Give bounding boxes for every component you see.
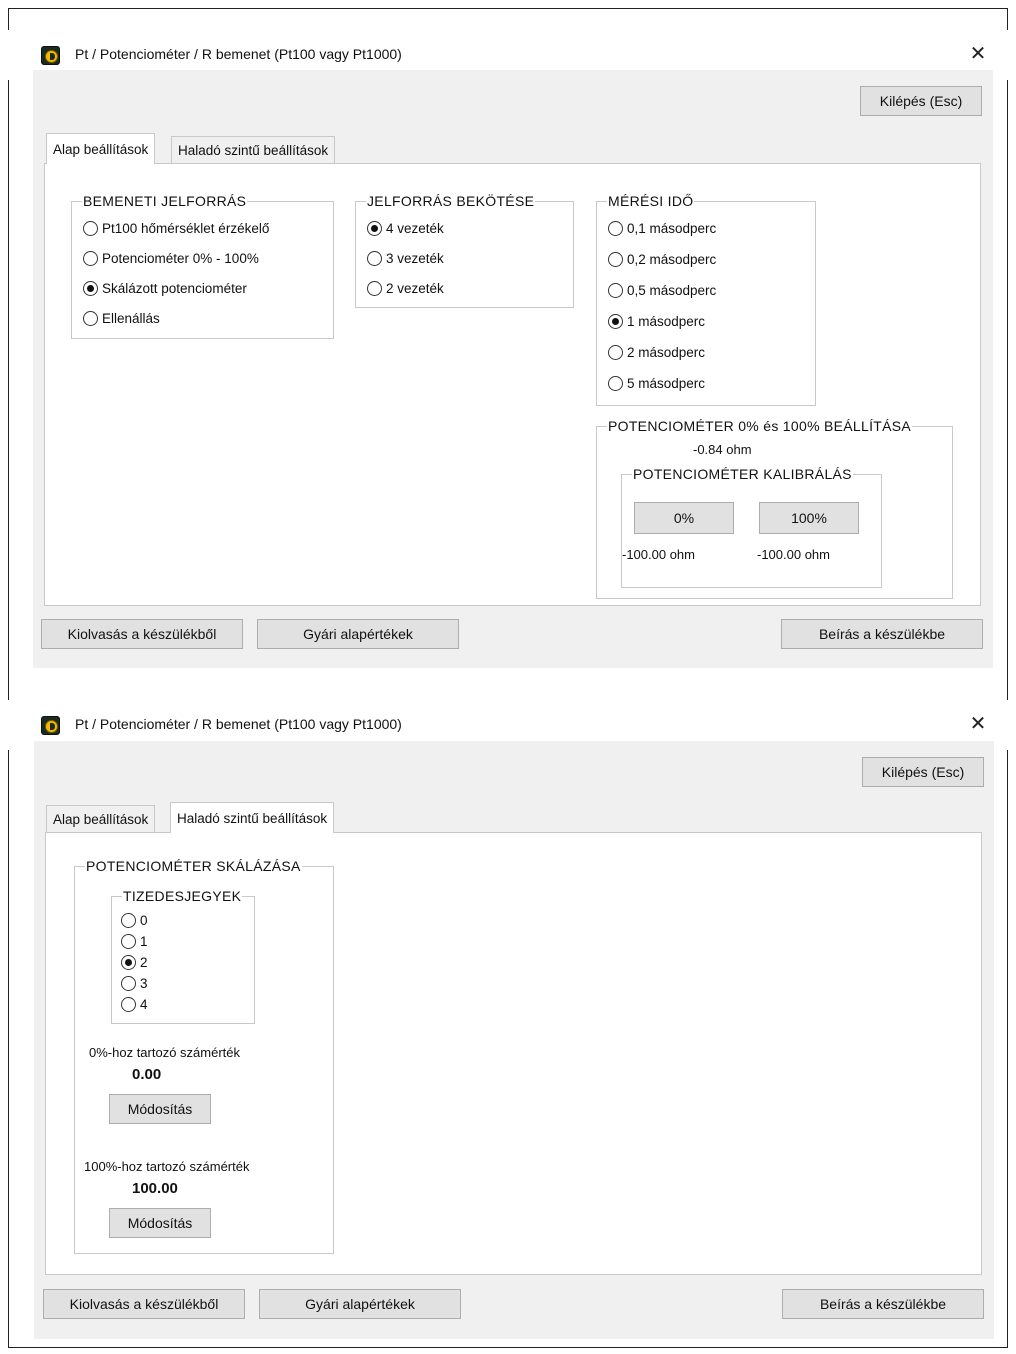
radio-button-selected[interactable] (367, 221, 382, 236)
radio-time-0-1[interactable]: 0,1 másodperc (608, 221, 716, 236)
tab-advanced-settings[interactable]: Haladó szintű beállítások (170, 802, 335, 833)
radio-button[interactable] (608, 221, 623, 236)
zero-value: 0.00 (132, 1066, 162, 1083)
radio-2-wire[interactable]: 2 vezeték (367, 281, 444, 296)
dialog-client: Kilépés (Esc) Alap beállítások Haladó sz… (33, 70, 993, 668)
dialog-basic: Pt / Potenciométer / R bemenet (Pt100 va… (0, 20, 1016, 670)
radio-button[interactable] (608, 376, 623, 391)
modify-hundred-button[interactable]: Módosítás (109, 1208, 211, 1238)
radio-time-0-2[interactable]: 0,2 másodperc (608, 252, 716, 267)
radio-button[interactable] (83, 311, 98, 326)
radio-button[interactable] (83, 251, 98, 266)
radio-button[interactable] (608, 345, 623, 360)
group-measure-time: MÉRÉSI IDŐ 0,1 másodperc 0,2 másodperc 0… (596, 193, 816, 406)
tab-basic-settings[interactable]: Alap beállítások (46, 133, 156, 164)
exit-button[interactable]: Kilépés (Esc) (860, 86, 982, 116)
pot-reading: -0.84 ohm (693, 442, 752, 457)
calibration-0-value: -100.00 ohm (622, 547, 695, 562)
radio-3-wire[interactable]: 3 vezeték (367, 251, 444, 266)
group-pot-scaling: POTENCIOMÉTER SKÁLÁZÁSA TIZEDESJEGYEK 0 … (74, 858, 334, 1254)
radio-button-selected[interactable] (608, 314, 623, 329)
close-icon[interactable]: ✕ (963, 40, 993, 68)
radio-4-wire[interactable]: 4 vezeték (367, 221, 444, 236)
radio-button[interactable] (608, 252, 623, 267)
hundred-value-label: 100%-hoz tartozó számérték (84, 1159, 250, 1174)
radio-button[interactable] (83, 221, 98, 236)
radio-button[interactable] (367, 251, 382, 266)
radio-button[interactable] (121, 934, 136, 949)
radio-decimals-2[interactable]: 2 (121, 955, 148, 970)
close-icon[interactable]: ✕ (963, 710, 993, 738)
write-to-device-button[interactable]: Beírás a készülékbe (781, 619, 983, 649)
radio-time-1[interactable]: 1 másodperc (608, 314, 705, 329)
read-from-device-button[interactable]: Kiolvasás a készülékből (43, 1289, 245, 1319)
group-wiring: JELFORRÁS BEKÖTÉSE 4 vezeték 3 vezeték 2… (355, 193, 574, 308)
window-title: Pt / Potenciométer / R bemenet (Pt100 va… (75, 716, 402, 732)
group-title: POTENCIOMÉTER SKÁLÁZÁSA (85, 858, 302, 874)
radio-decimals-4[interactable]: 4 (121, 997, 148, 1012)
hundred-value: 100.00 (132, 1180, 178, 1197)
group-title: BEMENETI JELFORRÁS (82, 193, 248, 209)
group-title: POTENCIOMÉTER 0% és 100% BEÁLLÍTÁSA (607, 418, 913, 434)
radio-button[interactable] (608, 283, 623, 298)
group-pot-calibration: POTENCIOMÉTER KALIBRÁLÁS 0% 100% -100.00… (621, 466, 882, 588)
group-title: TIZEDESJEGYEK (122, 888, 243, 904)
exit-button[interactable]: Kilépés (Esc) (862, 757, 984, 787)
factory-defaults-button[interactable]: Gyári alapértékek (259, 1289, 461, 1319)
app-logo-icon (41, 46, 60, 65)
app-logo-icon (41, 716, 60, 735)
radio-pt100-sensor[interactable]: Pt100 hőmérséklet érzékelő (83, 221, 269, 236)
group-title: MÉRÉSI IDŐ (607, 193, 695, 209)
radio-decimals-3[interactable]: 3 (121, 976, 148, 991)
group-title: POTENCIOMÉTER KALIBRÁLÁS (632, 466, 853, 482)
radio-decimals-0[interactable]: 0 (121, 913, 148, 928)
modify-zero-button[interactable]: Módosítás (109, 1094, 211, 1124)
dialog-advanced: Pt / Potenciométer / R bemenet (Pt100 va… (0, 690, 1016, 1340)
radio-resistance[interactable]: Ellenállás (83, 311, 160, 326)
radio-button[interactable] (121, 913, 136, 928)
radio-potentiometer[interactable]: Potenciométer 0% - 100% (83, 251, 259, 266)
window-title: Pt / Potenciométer / R bemenet (Pt100 va… (75, 46, 402, 62)
radio-scaled-potentiometer[interactable]: Skálázott potenciométer (83, 281, 247, 296)
group-title: JELFORRÁS BEKÖTÉSE (366, 193, 536, 209)
radio-button[interactable] (121, 976, 136, 991)
tab-panel-advanced: POTENCIOMÉTER SKÁLÁZÁSA TIZEDESJEGYEK 0 … (45, 832, 982, 1275)
radio-time-2[interactable]: 2 másodperc (608, 345, 705, 360)
radio-button[interactable] (121, 997, 136, 1012)
factory-defaults-button[interactable]: Gyári alapértékek (257, 619, 459, 649)
group-decimals: TIZEDESJEGYEK 0 1 2 3 4 (111, 888, 255, 1024)
write-to-device-button[interactable]: Beírás a készülékbe (782, 1289, 984, 1319)
group-input-source: BEMENETI JELFORRÁS Pt100 hőmérséklet érz… (71, 193, 334, 339)
group-pot-setup: POTENCIOMÉTER 0% és 100% BEÁLLÍTÁSA -0.8… (596, 418, 953, 599)
read-from-device-button[interactable]: Kiolvasás a készülékből (41, 619, 243, 649)
radio-button-selected[interactable] (83, 281, 98, 296)
radio-button[interactable] (367, 281, 382, 296)
tab-basic-settings[interactable]: Alap beállítások (46, 805, 156, 833)
radio-decimals-1[interactable]: 1 (121, 934, 148, 949)
tab-panel-basic: BEMENETI JELFORRÁS Pt100 hőmérséklet érz… (44, 163, 981, 606)
zero-value-label: 0%-hoz tartozó számérték (89, 1045, 241, 1060)
tab-advanced-settings[interactable]: Haladó szintű beállítások (171, 136, 336, 164)
radio-button-selected[interactable] (121, 955, 136, 970)
radio-time-0-5[interactable]: 0,5 másodperc (608, 283, 716, 298)
radio-time-5[interactable]: 5 másodperc (608, 376, 705, 391)
calibrate-0-button[interactable]: 0% (634, 502, 734, 534)
calibration-100-value: -100.00 ohm (757, 547, 830, 562)
calibrate-100-button[interactable]: 100% (759, 502, 859, 534)
dialog-client: Kilépés (Esc) Alap beállítások Haladó sz… (34, 741, 994, 1339)
